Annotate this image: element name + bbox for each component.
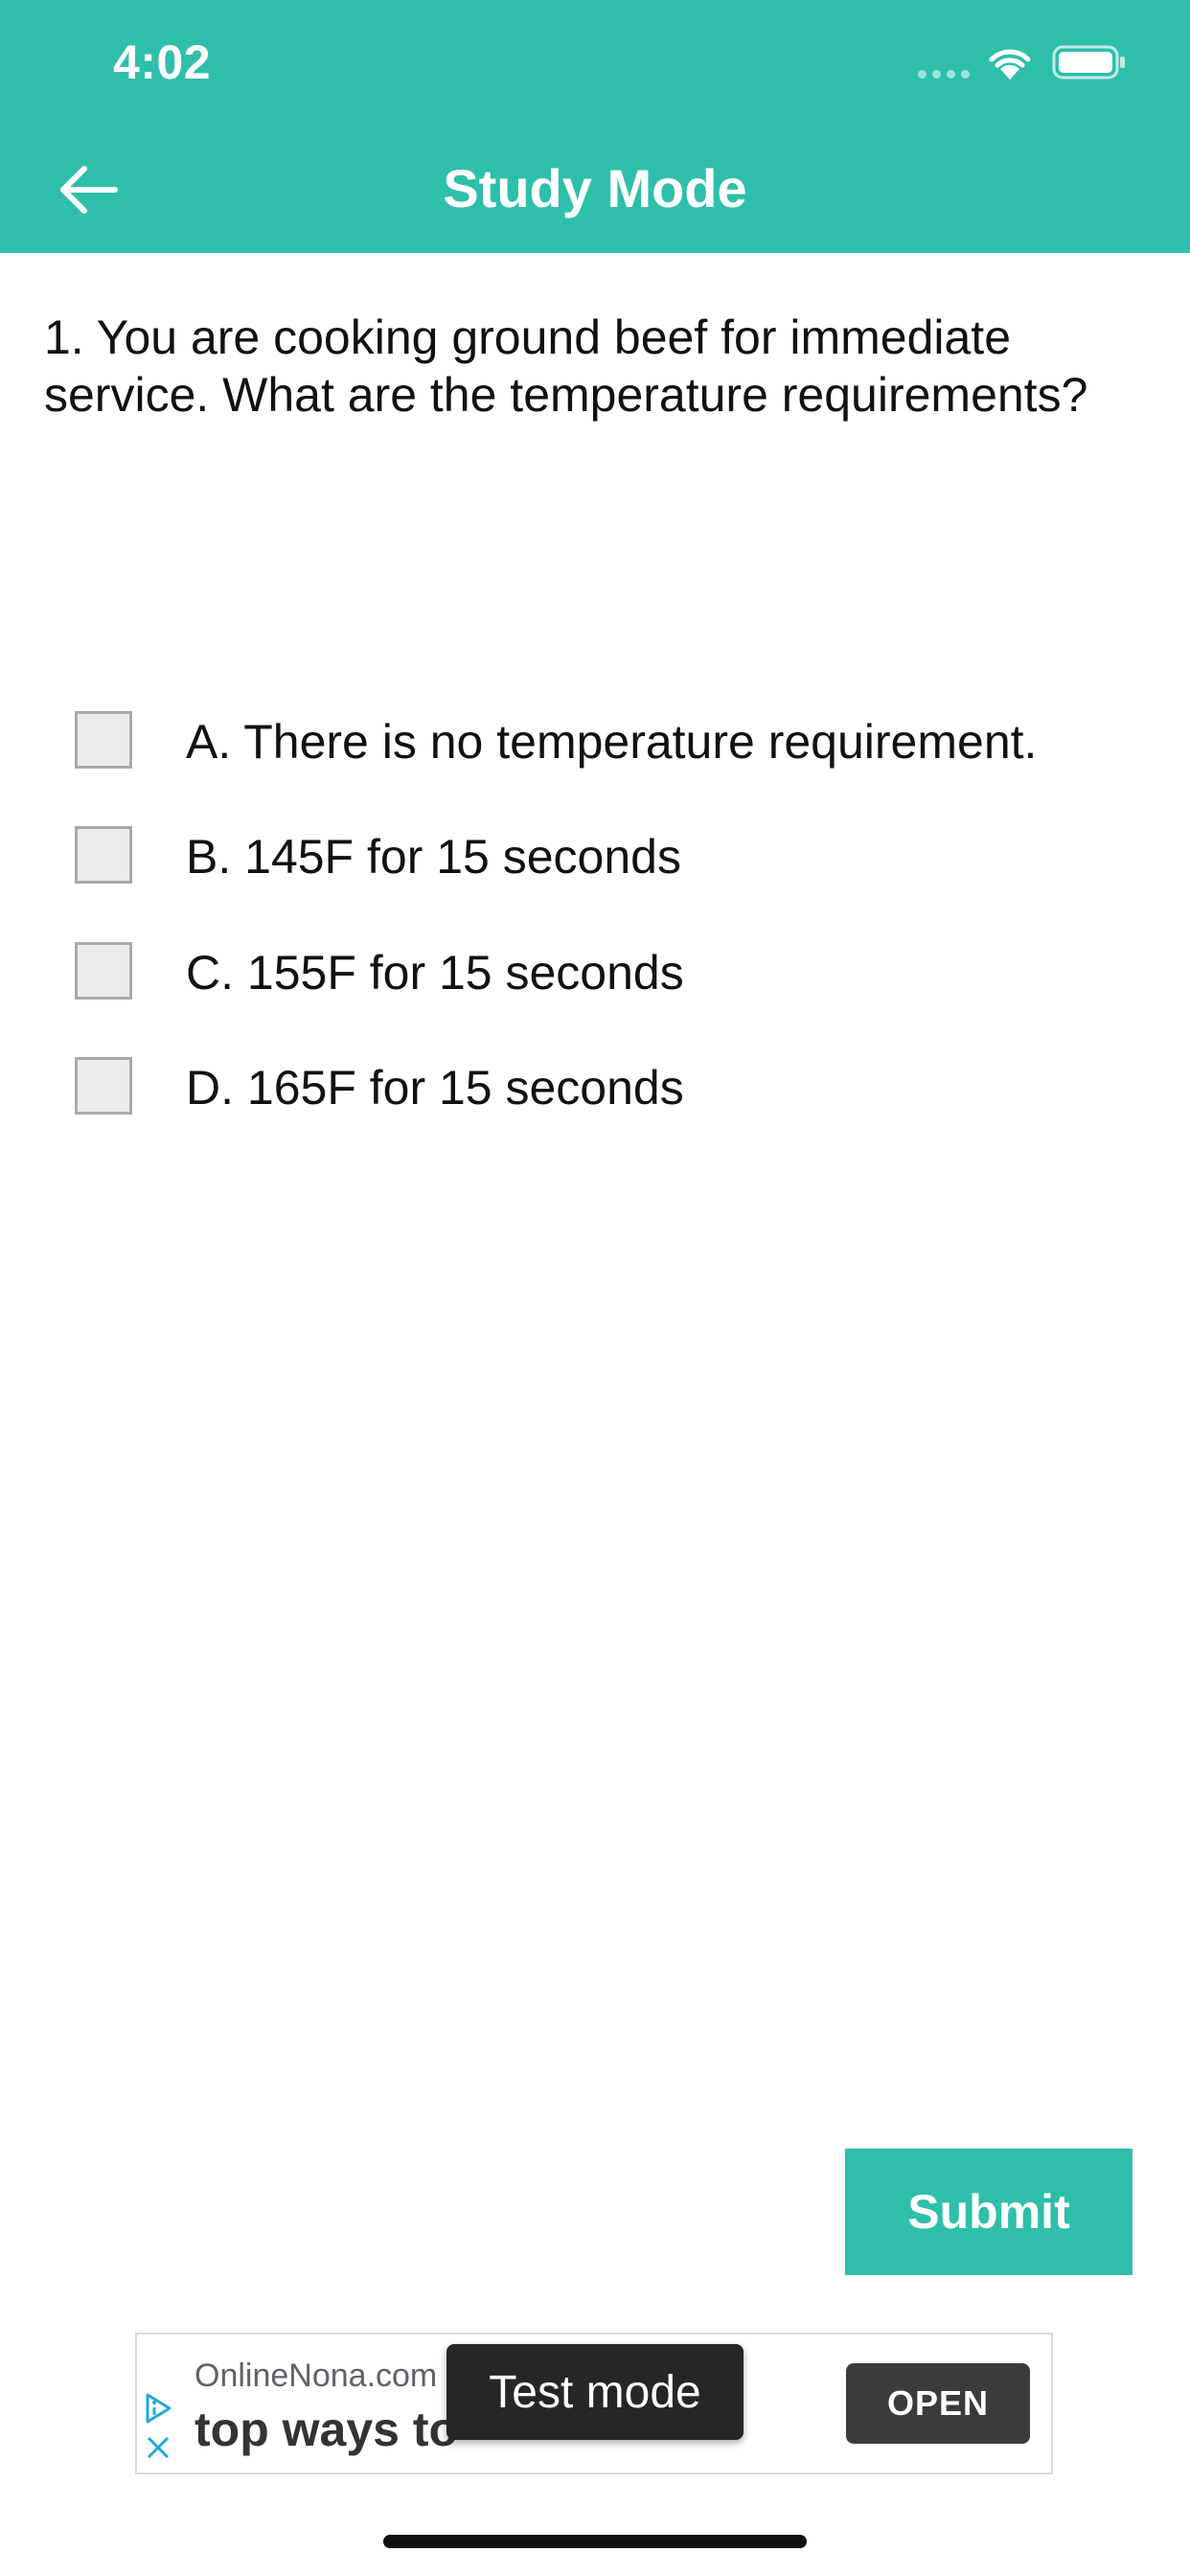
answer-option-b[interactable]: B. 145F for 15 seconds [75, 826, 1129, 893]
cellular-signal-icon [918, 70, 972, 80]
status-time: 4:02 [113, 35, 212, 89]
option-label: A. There is no temperature requirement. [186, 715, 1038, 769]
close-icon[interactable] [145, 2434, 172, 2461]
checkbox[interactable] [75, 1057, 132, 1115]
answer-option-d[interactable]: D. 165F for 15 seconds [75, 1057, 1129, 1124]
checkbox[interactable] [75, 826, 132, 884]
checkbox[interactable] [75, 942, 132, 1000]
question-text: 1. You are cooking ground beef for immed… [44, 310, 1088, 422]
option-label: B. 145F for 15 seconds [186, 830, 681, 884]
wifi-icon [989, 49, 1031, 80]
option-label: C. 155F for 15 seconds [186, 946, 684, 1000]
battery-icon [1052, 45, 1125, 80]
ad-domain: OnlineNona.com [195, 2358, 438, 2394]
home-indicator[interactable] [383, 2535, 807, 2548]
submit-button[interactable]: Submit [845, 2149, 1133, 2275]
ad-choices-icon[interactable] [143, 2392, 173, 2425]
answer-option-a[interactable]: A. There is no temperature requirement. [75, 711, 1129, 778]
test-mode-badge: Test mode [446, 2344, 744, 2440]
page-title: Study Mode [443, 158, 747, 218]
ad-open-button[interactable]: OPEN [846, 2363, 1030, 2444]
answer-option-c[interactable]: C. 155F for 15 seconds [75, 942, 1129, 1009]
option-label: D. 165F for 15 seconds [186, 1061, 684, 1115]
checkbox[interactable] [75, 711, 132, 769]
status-bar: 4:02 [0, 0, 1190, 126]
nav-bar: Study Mode [0, 126, 1190, 253]
ad-headline: top ways to [195, 2403, 459, 2456]
